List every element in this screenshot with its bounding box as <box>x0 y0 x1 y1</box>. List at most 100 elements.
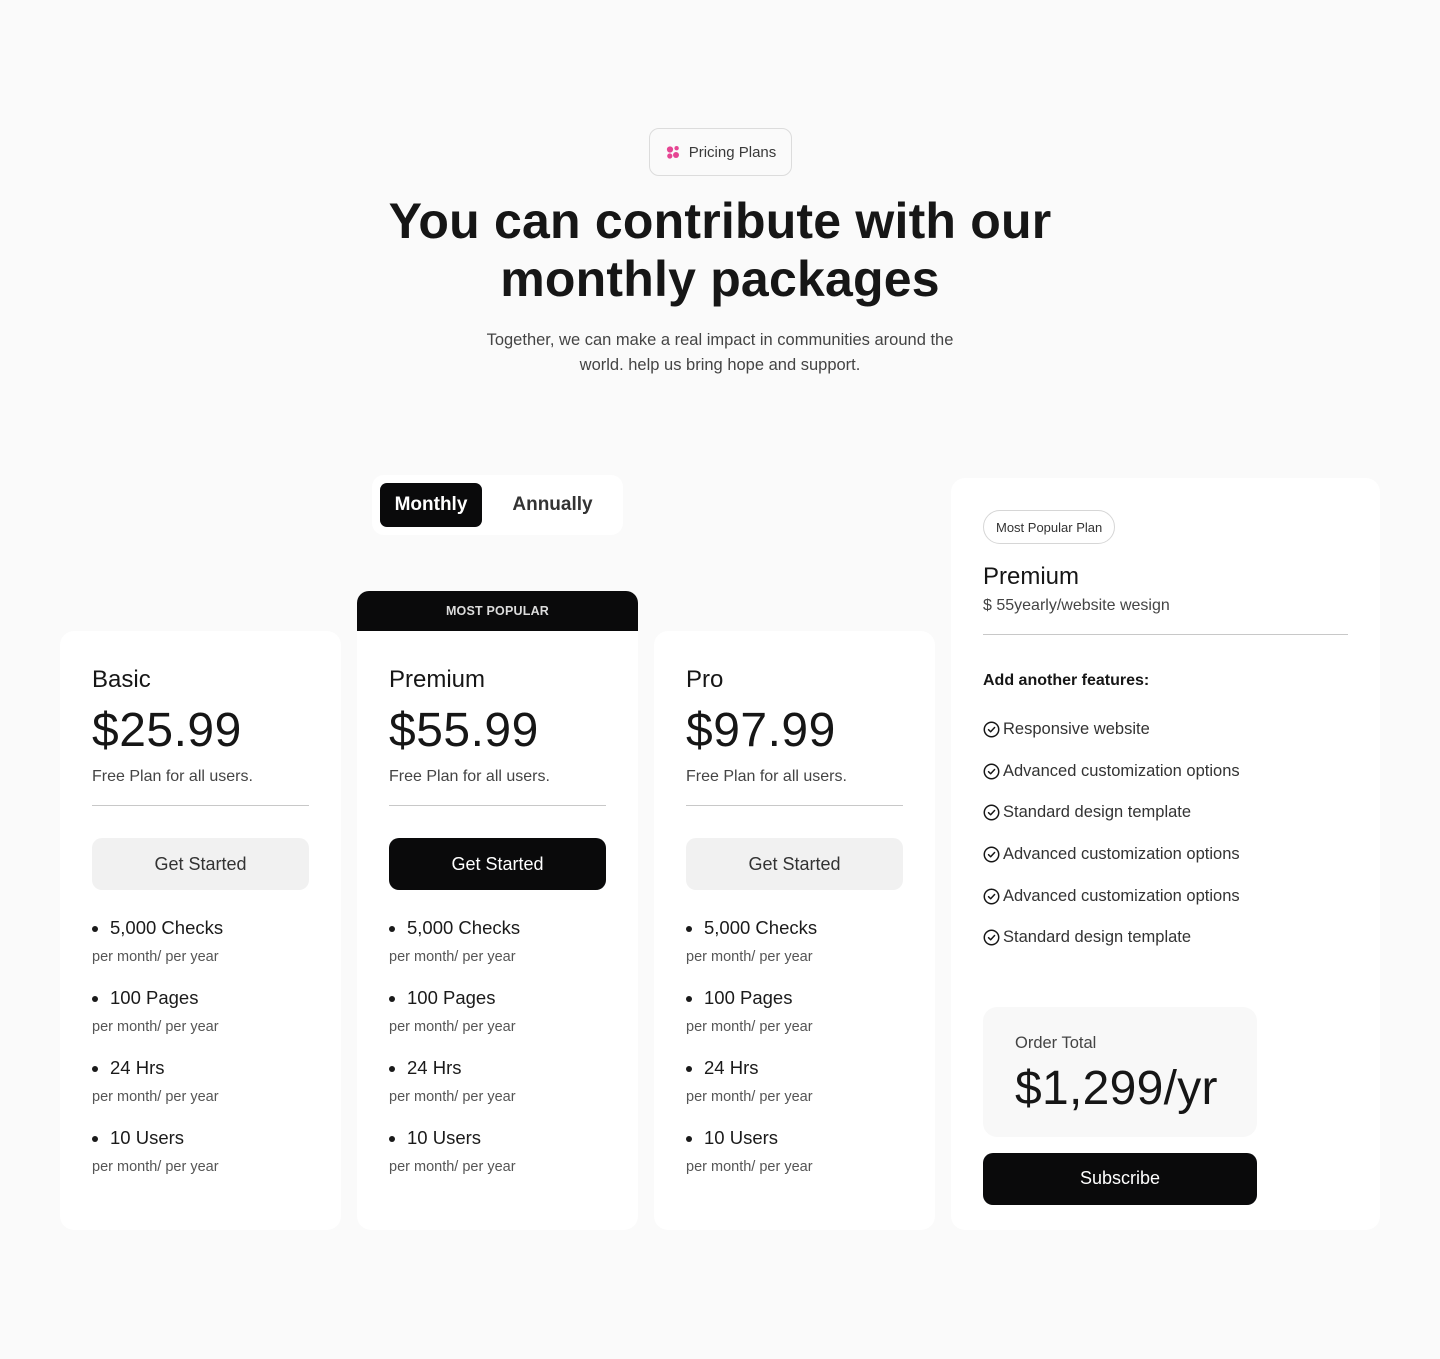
feature-title: 10 Users <box>110 1127 185 1148</box>
bullet-icon <box>686 1136 692 1142</box>
feature-subtitle: per month/ per year <box>92 949 219 965</box>
plan-name: Premium <box>389 666 486 693</box>
bullet-icon <box>686 1066 692 1072</box>
check-circle-icon <box>983 763 1000 780</box>
check-circle-icon <box>983 805 1000 821</box>
bullet-icon <box>389 1136 395 1142</box>
list-item: 5,000 Checks per month/ per year <box>686 916 903 966</box>
divider <box>686 805 903 806</box>
feature-list: 5,000 Checks per month/ per year 100 Pag… <box>389 916 606 1176</box>
order-total-value: $1,299/yr <box>1015 1061 1218 1115</box>
bullet-icon <box>389 996 395 1002</box>
page-title: You can contribute with our monthly pack… <box>388 193 1052 307</box>
annually-toggle-button[interactable]: Annually <box>490 483 615 527</box>
feature-subtitle: per month/ per year <box>686 1019 813 1035</box>
badge-label: Pricing Plans <box>688 143 777 161</box>
bullet-icon <box>92 996 98 1002</box>
plan-price: $25.99 <box>92 704 242 757</box>
feature-subtitle: per month/ per year <box>92 1019 219 1035</box>
plan-card-pro: Pro $97.99 Free Plan for all users. Get … <box>654 631 935 1230</box>
check-circle-icon <box>983 846 1000 863</box>
plan-name: Pro <box>686 666 724 693</box>
subscribe-button[interactable]: Subscribe <box>983 1152 1257 1205</box>
check-circle-icon <box>983 929 1000 946</box>
feature-title: 24 Hrs <box>407 1057 462 1078</box>
list-item: 24 Hrs per month/ per year <box>389 1056 606 1106</box>
list-item: 5,000 Checks per month/ per year <box>389 916 606 966</box>
list-item: 100 Pages per month/ per year <box>389 986 606 1036</box>
feature-subtitle: per month/ per year <box>389 949 516 965</box>
feature-list: 5,000 Checks per month/ per year 100 Pag… <box>686 916 903 1176</box>
feature-title: 24 Hrs <box>110 1057 165 1078</box>
selected-plan-price: $ 55yearly/website wesign <box>983 597 1170 614</box>
feature-title: 24 Hrs <box>704 1057 759 1078</box>
bullet-icon <box>686 996 692 1002</box>
addon-item[interactable]: Advanced customization options <box>983 834 1348 876</box>
feature-subtitle: per month/ per year <box>389 1159 516 1175</box>
list-item: 24 Hrs per month/ per year <box>92 1056 309 1106</box>
feature-subtitle: per month/ per year <box>686 1159 813 1175</box>
addon-label: Standard design template <box>1003 928 1192 947</box>
list-item: 100 Pages per month/ per year <box>92 986 309 1036</box>
get-started-button[interactable]: Get Started <box>92 838 309 890</box>
features-heading: Add another features: <box>983 672 1150 689</box>
list-item: 10 Users per month/ per year <box>389 1126 606 1176</box>
feature-title: 10 Users <box>704 1127 779 1148</box>
bullet-icon <box>92 926 98 932</box>
selected-plan-name: Premium <box>983 563 1080 590</box>
order-summary-panel: Most Popular Plan Premium $ 55yearly/web… <box>951 478 1380 1230</box>
most-popular-plan-badge: Most Popular Plan <box>983 510 1116 544</box>
plan-description: Free Plan for all users. <box>389 768 550 785</box>
feature-title: 10 Users <box>407 1127 482 1148</box>
dots-icon <box>666 146 679 159</box>
bullet-icon <box>389 1066 395 1072</box>
list-item: 5,000 Checks per month/ per year <box>92 916 309 966</box>
addon-item[interactable]: Advanced customization options <box>983 751 1348 793</box>
feature-subtitle: per month/ per year <box>686 1089 813 1105</box>
addon-label: Advanced customization options <box>1003 845 1240 864</box>
billing-toggle: Monthly Annually <box>372 475 623 535</box>
get-started-button[interactable]: Get Started <box>686 838 903 890</box>
divider <box>92 805 309 806</box>
monthly-toggle-button[interactable]: Monthly <box>380 483 482 527</box>
most-popular-tab: MOST POPULAR <box>357 591 638 631</box>
addon-item[interactable]: Responsive website <box>983 709 1348 751</box>
plan-price: $97.99 <box>686 704 836 757</box>
divider <box>983 634 1348 635</box>
plan-price: $55.99 <box>389 704 539 757</box>
order-total-label: Order Total <box>1015 1033 1097 1052</box>
divider <box>389 805 606 806</box>
feature-subtitle: per month/ per year <box>389 1089 516 1105</box>
addon-label: Advanced customization options <box>1003 761 1240 780</box>
bullet-icon <box>389 926 395 932</box>
feature-list: 5,000 Checks per month/ per year 100 Pag… <box>92 916 309 1176</box>
list-item: 100 Pages per month/ per year <box>686 986 903 1036</box>
addon-item[interactable]: Advanced customization options <box>983 875 1348 917</box>
bullet-icon <box>92 1136 98 1142</box>
plan-name: Basic <box>92 666 151 693</box>
get-started-button[interactable]: Get Started <box>389 838 606 890</box>
list-item: 10 Users per month/ per year <box>92 1126 309 1176</box>
addon-label: Standard design template <box>1003 803 1192 822</box>
list-item: 24 Hrs per month/ per year <box>686 1056 903 1106</box>
feature-subtitle: per month/ per year <box>389 1019 516 1035</box>
addon-label: Advanced customization options <box>1003 886 1240 905</box>
addon-item[interactable]: Standard design template <box>983 917 1348 959</box>
check-circle-icon <box>983 721 1000 738</box>
feature-subtitle: per month/ per year <box>686 949 813 965</box>
pricing-plans-badge: Pricing Plans <box>649 128 792 176</box>
bullet-icon <box>92 1066 98 1072</box>
plan-card-premium: Premium $55.99 Free Plan for all users. … <box>357 631 638 1230</box>
addon-item[interactable]: Standard design template <box>983 792 1348 834</box>
page-subtitle: Together, we can make a real impact in c… <box>486 331 954 374</box>
feature-subtitle: per month/ per year <box>92 1089 219 1105</box>
feature-title: 5,000 Checks <box>407 917 521 938</box>
feature-title: 5,000 Checks <box>704 917 818 938</box>
check-circle-icon <box>983 888 1000 905</box>
feature-title: 5,000 Checks <box>110 917 224 938</box>
feature-title: 100 Pages <box>407 987 496 1008</box>
plan-card-basic: Basic $25.99 Free Plan for all users. Ge… <box>60 631 341 1230</box>
feature-subtitle: per month/ per year <box>92 1159 219 1175</box>
plan-description: Free Plan for all users. <box>686 768 847 785</box>
plan-description: Free Plan for all users. <box>92 768 253 785</box>
